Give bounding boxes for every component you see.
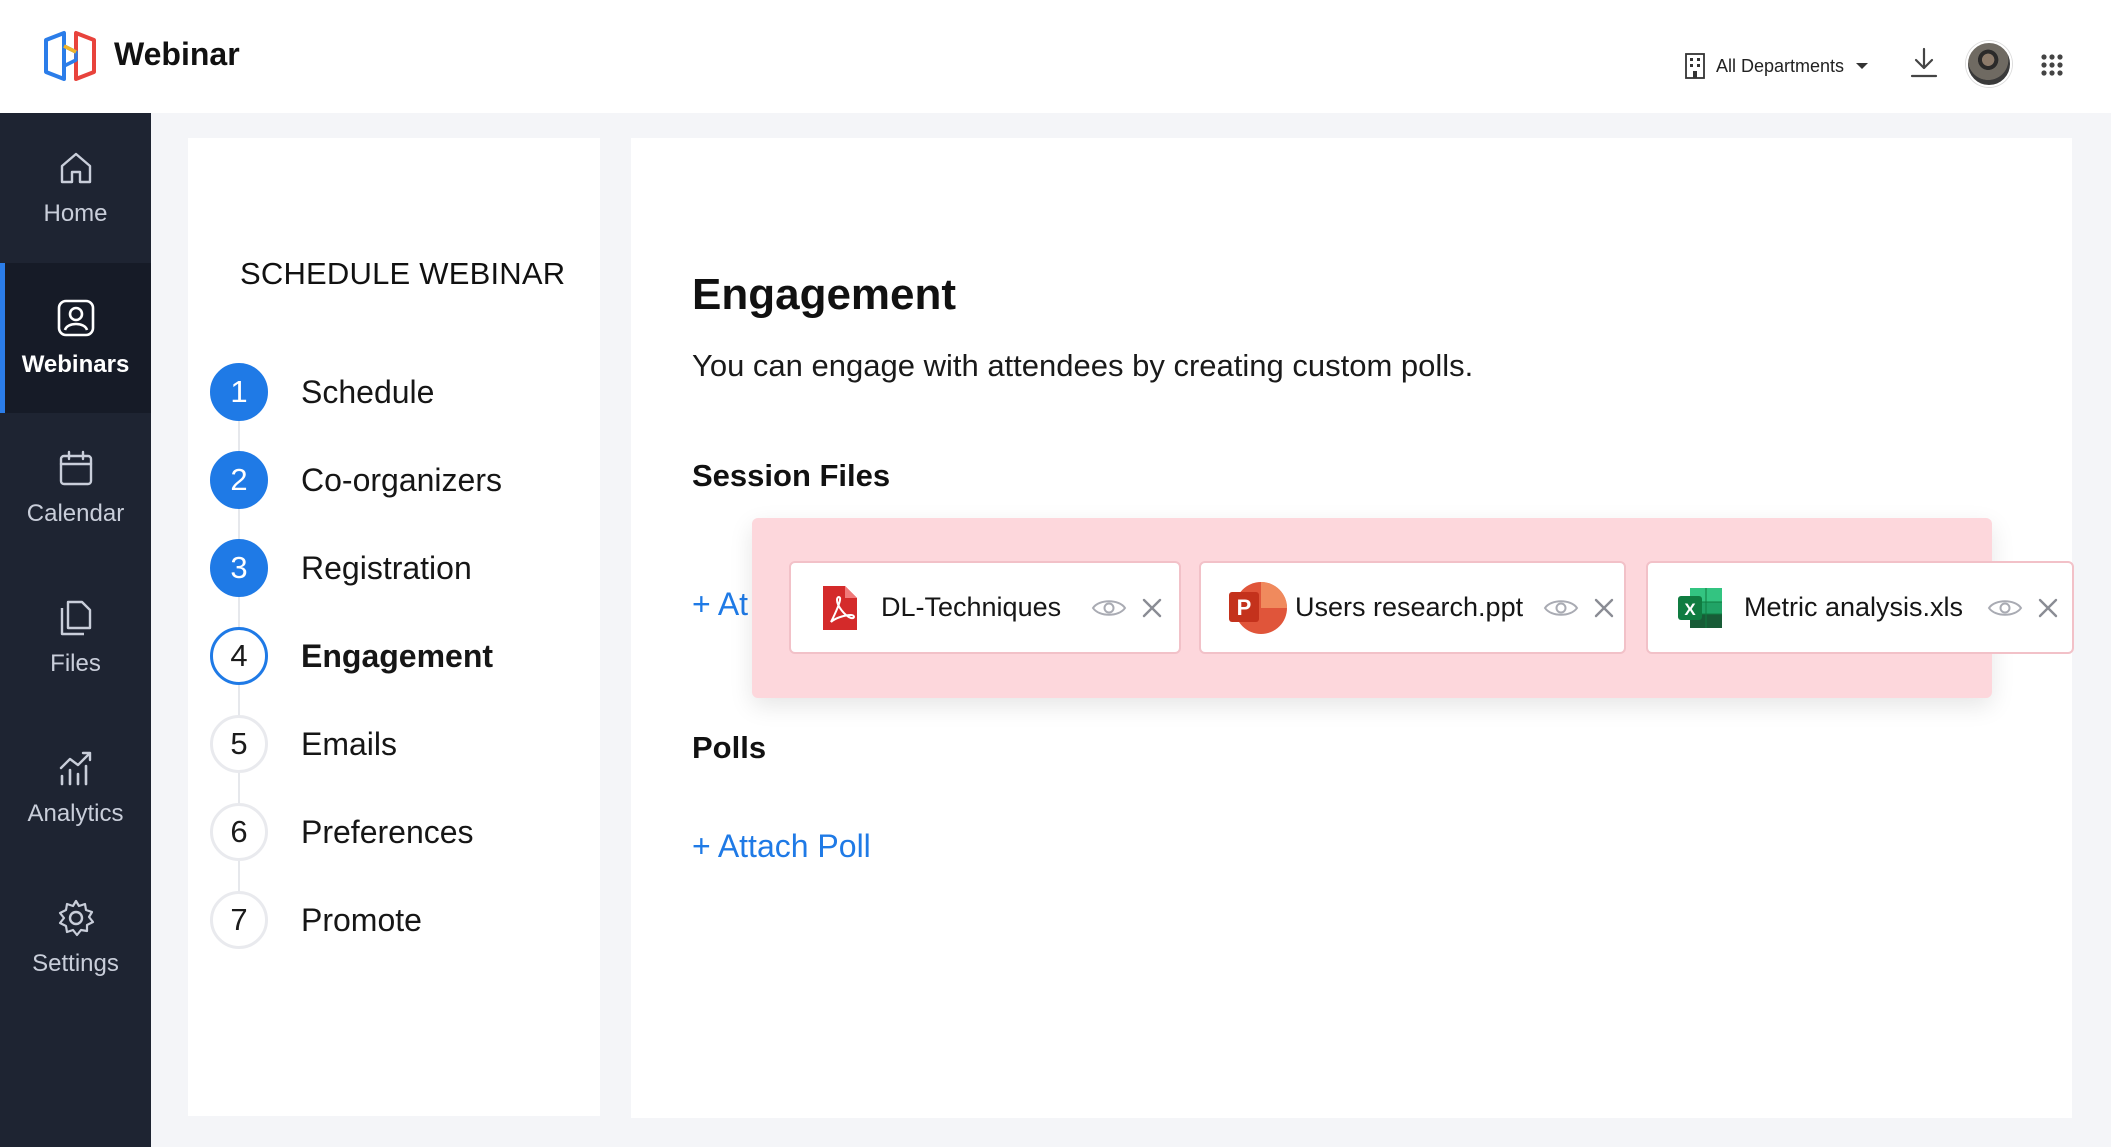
sidebar-item-home[interactable]: Home <box>0 113 151 263</box>
powerpoint-icon: P <box>1229 581 1287 634</box>
svg-text:X: X <box>1684 600 1696 619</box>
department-selector[interactable]: All Departments <box>1684 49 1870 83</box>
sidebar-item-files[interactable]: Files <box>0 563 151 713</box>
session-files-title: Session Files <box>692 458 891 493</box>
step-preferences[interactable]: 6 Preferences <box>210 803 590 861</box>
page-title: Engagement <box>692 270 957 319</box>
calendar-icon <box>59 450 92 486</box>
step-label: Registration <box>301 549 472 586</box>
polls-title: Polls <box>692 730 767 765</box>
files-icon <box>60 600 91 636</box>
step-number: 7 <box>210 891 268 949</box>
step-co-organizers[interactable]: 2 Co-organizers <box>210 451 590 509</box>
step-number: 2 <box>210 451 268 509</box>
attach-file-link[interactable]: + At <box>692 586 748 623</box>
sidebar-item-settings[interactable]: Settings <box>0 863 151 1013</box>
step-number: 1 <box>210 363 268 421</box>
attach-poll-link[interactable]: + Attach Poll <box>692 828 871 865</box>
step-number: 3 <box>210 539 268 597</box>
caret-down-icon <box>1856 63 1869 69</box>
pdf-icon <box>823 585 857 630</box>
step-emails[interactable]: 5 Emails <box>210 715 590 773</box>
steps-title: SCHEDULE WEBINAR <box>240 256 566 291</box>
sidebar-item-label: Settings <box>32 950 119 977</box>
step-label: Promote <box>301 901 422 938</box>
sidebar-item-label: Home <box>43 200 108 227</box>
sidebar-item-label: Webinars <box>21 351 130 378</box>
step-label: Schedule <box>301 373 435 410</box>
eye-icon[interactable] <box>1543 596 1579 620</box>
step-registration[interactable]: 3 Registration <box>210 539 590 597</box>
sidebar-item-label: Analytics <box>27 800 124 827</box>
file-name: Users research.ppt <box>1295 592 1524 622</box>
step-label: Preferences <box>301 813 474 850</box>
step-label: Emails <box>301 725 398 762</box>
sidebar-item-analytics[interactable]: Analytics <box>0 713 151 863</box>
top-bar: Webinar All Departments <box>0 0 2111 113</box>
file-card-xls[interactable]: X Metric analysis.xls <box>1646 561 2074 654</box>
department-label: All Departments <box>1716 55 1845 76</box>
analytics-icon <box>59 751 91 786</box>
excel-icon: X <box>1678 587 1722 628</box>
app-title: Webinar <box>114 36 240 72</box>
file-name: DL-Techniques <box>881 592 1062 622</box>
settings-icon <box>58 899 94 937</box>
sidebar-item-calendar[interactable]: Calendar <box>0 413 151 563</box>
step-number: 5 <box>210 715 268 773</box>
home-icon <box>60 152 91 184</box>
eye-icon[interactable] <box>1091 596 1127 620</box>
sidebar: Home Webinars Calendar Files Analytics S… <box>0 113 151 1147</box>
sidebar-item-label: Calendar <box>26 500 125 527</box>
step-engagement[interactable]: 4 Engagement <box>210 627 590 685</box>
sidebar-item-label: Files <box>50 650 101 677</box>
step-schedule[interactable]: 1 Schedule <box>210 363 590 421</box>
page-description: You can engage with attendees by creatin… <box>692 348 1474 383</box>
step-label: Co-organizers <box>301 461 502 498</box>
close-icon[interactable] <box>2037 597 2059 619</box>
close-icon[interactable] <box>1141 597 1163 619</box>
step-label: Engagement <box>301 637 494 674</box>
svg-text:P: P <box>1237 595 1252 620</box>
apps-grid-icon[interactable] <box>2040 53 2064 77</box>
file-card-ppt[interactable]: P Users research.ppt <box>1199 561 1626 654</box>
step-number: 6 <box>210 803 268 861</box>
webinar-icon <box>57 299 94 337</box>
sidebar-item-webinars[interactable]: Webinars <box>0 263 151 413</box>
download-icon[interactable] <box>1908 46 1940 80</box>
eye-icon[interactable] <box>1987 596 2023 620</box>
step-number: 4 <box>210 627 268 685</box>
file-name: Metric analysis.xls <box>1744 592 1964 622</box>
steps-panel: SCHEDULE WEBINAR 1 Schedule 2 Co-organiz… <box>188 138 600 1116</box>
avatar[interactable] <box>1966 41 2012 87</box>
close-icon[interactable] <box>1593 597 1615 619</box>
building-icon <box>1685 53 1705 79</box>
file-card-pdf[interactable]: DL-Techniques <box>789 561 1181 654</box>
webinar-logo-icon[interactable] <box>42 30 98 82</box>
step-promote[interactable]: 7 Promote <box>210 891 590 949</box>
